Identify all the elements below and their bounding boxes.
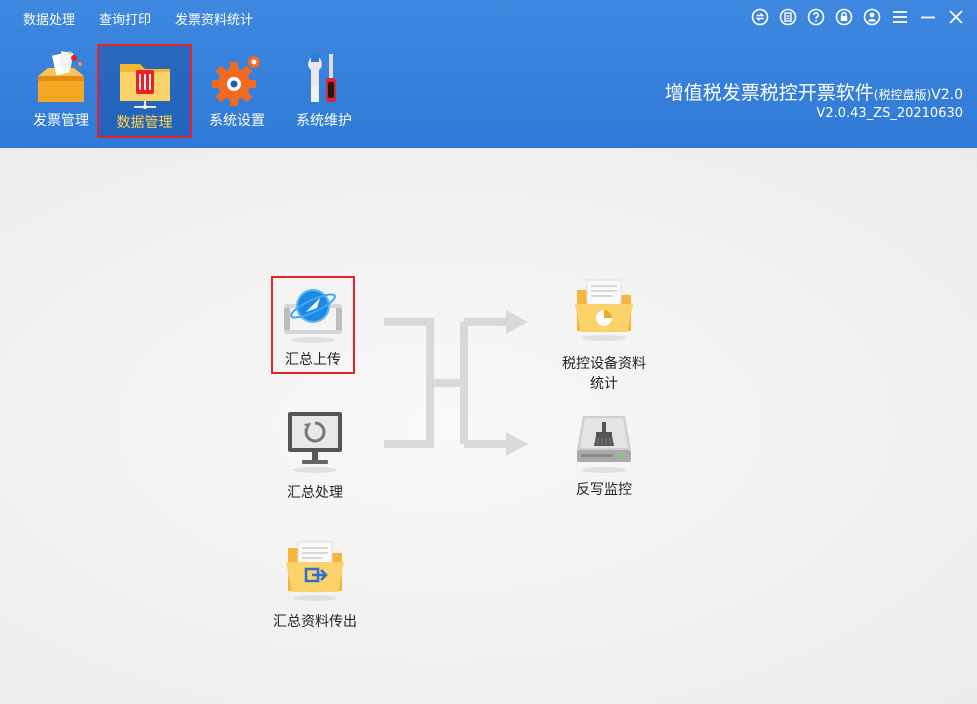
toolbar-label: 系统维护 <box>279 110 369 130</box>
invoice-box-icon <box>30 48 92 110</box>
user-icon[interactable] <box>863 8 881 26</box>
func-summary-export[interactable]: 汇总资料传出 <box>262 538 368 638</box>
toolbar-data-management[interactable]: 数据管理 <box>97 44 192 138</box>
func-label: 汇总上传 <box>273 350 353 370</box>
drive-clean-icon <box>569 410 639 474</box>
folder-chart-icon <box>569 278 639 342</box>
func-label-line2: 统计 <box>548 374 660 394</box>
app-edition: (税控盘版) <box>874 88 931 102</box>
app-title: 增值税发票税控开票软件(税控盘版)V2.0 <box>665 78 963 105</box>
toolbar-label: 系统设置 <box>192 110 282 130</box>
menu-query-print[interactable]: 查询打印 <box>99 9 151 28</box>
minimize-icon[interactable] <box>919 8 937 26</box>
flow-connector <box>380 300 540 470</box>
menu-icon[interactable] <box>891 8 909 26</box>
func-label: 汇总资料传出 <box>262 612 368 632</box>
toolbar-label: 发票管理 <box>16 110 106 130</box>
func-writeback-monitor[interactable]: 反写监控 <box>562 410 646 510</box>
app-version: V2.0.43_ZS_20210630 <box>816 106 963 121</box>
upload-globe-icon <box>278 282 348 346</box>
func-label: 汇总处理 <box>273 483 357 503</box>
data-management-panel: 汇总上传 汇总处理 <box>0 148 977 704</box>
lock-icon[interactable] <box>835 8 853 26</box>
func-device-stats[interactable]: 税控设备资料 统计 <box>548 278 660 396</box>
gear-icon <box>206 48 268 110</box>
menu-bar: 数据处理 查询打印 发票资料统计 <box>0 0 700 34</box>
monitor-refresh-icon <box>280 410 350 474</box>
document-icon[interactable] <box>779 8 797 26</box>
toolbar-system-maintenance[interactable]: 系统维护 <box>279 46 369 134</box>
help-icon[interactable] <box>807 8 825 26</box>
tools-icon <box>293 48 355 110</box>
app-title-version: V2.0 <box>931 87 963 103</box>
func-summary-upload[interactable]: 汇总上传 <box>271 276 355 374</box>
folder-export-icon <box>280 538 350 602</box>
data-folder-icon <box>114 50 176 112</box>
func-label: 反写监控 <box>562 480 646 500</box>
toolbar-system-settings[interactable]: 系统设置 <box>192 46 282 134</box>
close-icon[interactable] <box>947 8 965 26</box>
func-summary-process[interactable]: 汇总处理 <box>273 408 357 508</box>
menu-data-processing[interactable]: 数据处理 <box>23 9 75 28</box>
toolbar-invoice-management[interactable]: 发票管理 <box>16 46 106 134</box>
app-title-main: 增值税发票税控开票软件 <box>665 82 874 104</box>
title-bar: 数据处理 查询打印 发票资料统计 <box>0 0 977 148</box>
func-label-line1: 税控设备资料 <box>548 354 660 374</box>
switch-icon[interactable] <box>751 8 769 26</box>
menu-invoice-stats[interactable]: 发票资料统计 <box>175 9 253 28</box>
toolbar-label: 数据管理 <box>99 112 190 132</box>
